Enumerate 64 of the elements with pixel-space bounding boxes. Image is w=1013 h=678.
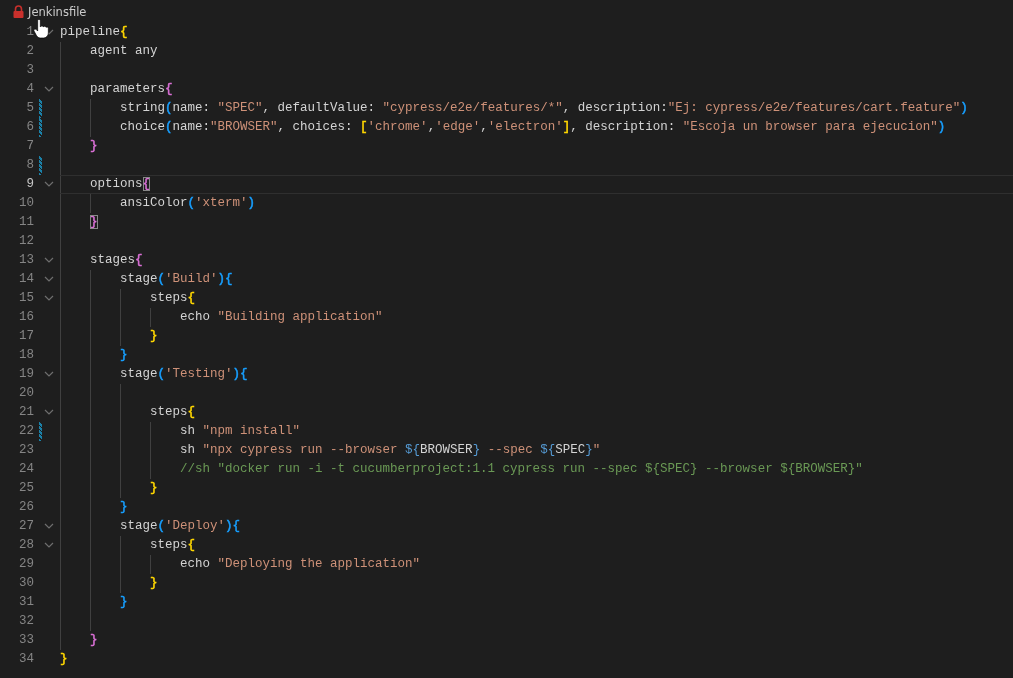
line-number: 20 xyxy=(18,385,34,402)
line-number: 11 xyxy=(18,214,34,231)
line-number: 29 xyxy=(18,556,34,573)
code-line: //sh "docker run -i -t cucumberproject:1.1 cypress run --spec ${SPEC} --browser ${BROWSER}" xyxy=(180,461,863,478)
line-number: 7 xyxy=(25,138,34,155)
code-line: pipeline{ xyxy=(60,24,128,41)
code-line: steps{ xyxy=(150,404,196,421)
line-number: 26 xyxy=(18,499,34,516)
code-line: echo "Building application" xyxy=(180,309,383,326)
code-line: stage('Deploy'){ xyxy=(120,518,241,535)
line-number: 19 xyxy=(18,366,34,383)
line-number: 3 xyxy=(25,62,34,79)
code-line: } xyxy=(150,480,158,497)
line-number: 1 xyxy=(25,24,34,41)
line-number: 9 xyxy=(25,176,34,193)
line-number: 21 xyxy=(18,404,34,421)
line-number: 28 xyxy=(18,537,34,554)
line-number: 30 xyxy=(18,575,34,592)
code-line: echo "Deploying the application" xyxy=(180,556,421,573)
code-line: choice(name:"BROWSER", choices: ['chrome','edge','electron'], description: "Escoja un browser para ejecucion") xyxy=(120,119,946,136)
line-number: 25 xyxy=(18,480,34,497)
line-number: 32 xyxy=(18,613,34,630)
code-line: steps{ xyxy=(150,537,196,554)
line-number: 12 xyxy=(18,233,34,250)
line-number: 10 xyxy=(18,195,34,212)
code-line: } xyxy=(90,138,98,155)
line-number: 23 xyxy=(18,442,34,459)
code-line: sh "npm install" xyxy=(180,423,301,440)
line-number: 5 xyxy=(25,100,34,117)
line-number: 33 xyxy=(18,632,34,649)
line-number: 18 xyxy=(18,347,34,364)
line-number: 14 xyxy=(18,271,34,288)
line-number: 22 xyxy=(18,423,34,440)
line-number: 17 xyxy=(18,328,34,345)
code-line: } xyxy=(120,499,128,516)
line-number: 15 xyxy=(18,290,34,307)
code-line: options{ xyxy=(90,176,151,193)
line-number: 4 xyxy=(25,81,34,98)
code-line: stage('Build'){ xyxy=(120,271,233,288)
code-line: ansiColor('xterm') xyxy=(120,195,256,212)
code-line: stage('Testing'){ xyxy=(120,366,248,383)
code-line: } xyxy=(90,632,98,649)
code-line: } xyxy=(150,328,158,345)
file-title[interactable]: Jenkinsfile xyxy=(28,4,87,19)
code-line: sh "npx cypress run --browser ${BROWSER} --spec ${SPEC}" xyxy=(180,442,601,459)
code-line: } xyxy=(90,214,98,231)
line-number: 16 xyxy=(18,309,34,326)
code-line: stages{ xyxy=(90,252,143,269)
code-line: } xyxy=(120,347,128,364)
code-line: steps{ xyxy=(150,290,196,307)
line-number: 2 xyxy=(25,43,34,60)
line-number: 34 xyxy=(18,651,34,668)
code-line: parameters{ xyxy=(90,81,173,98)
code-line: } xyxy=(120,594,128,611)
line-number: 24 xyxy=(18,461,34,478)
code-line: } xyxy=(60,651,68,668)
line-number: 6 xyxy=(25,119,34,136)
line-number: 8 xyxy=(25,157,34,174)
line-number: 13 xyxy=(18,252,34,269)
code-line: } xyxy=(150,575,158,592)
code-line: string(name: "SPEC", defaultValue: "cypress/e2e/features/*", description:"Ej: cypress/e2e/features/cart.feature") xyxy=(120,100,968,117)
code-line: agent any xyxy=(90,43,158,60)
line-number: 31 xyxy=(18,594,34,611)
line-number: 27 xyxy=(18,518,34,535)
